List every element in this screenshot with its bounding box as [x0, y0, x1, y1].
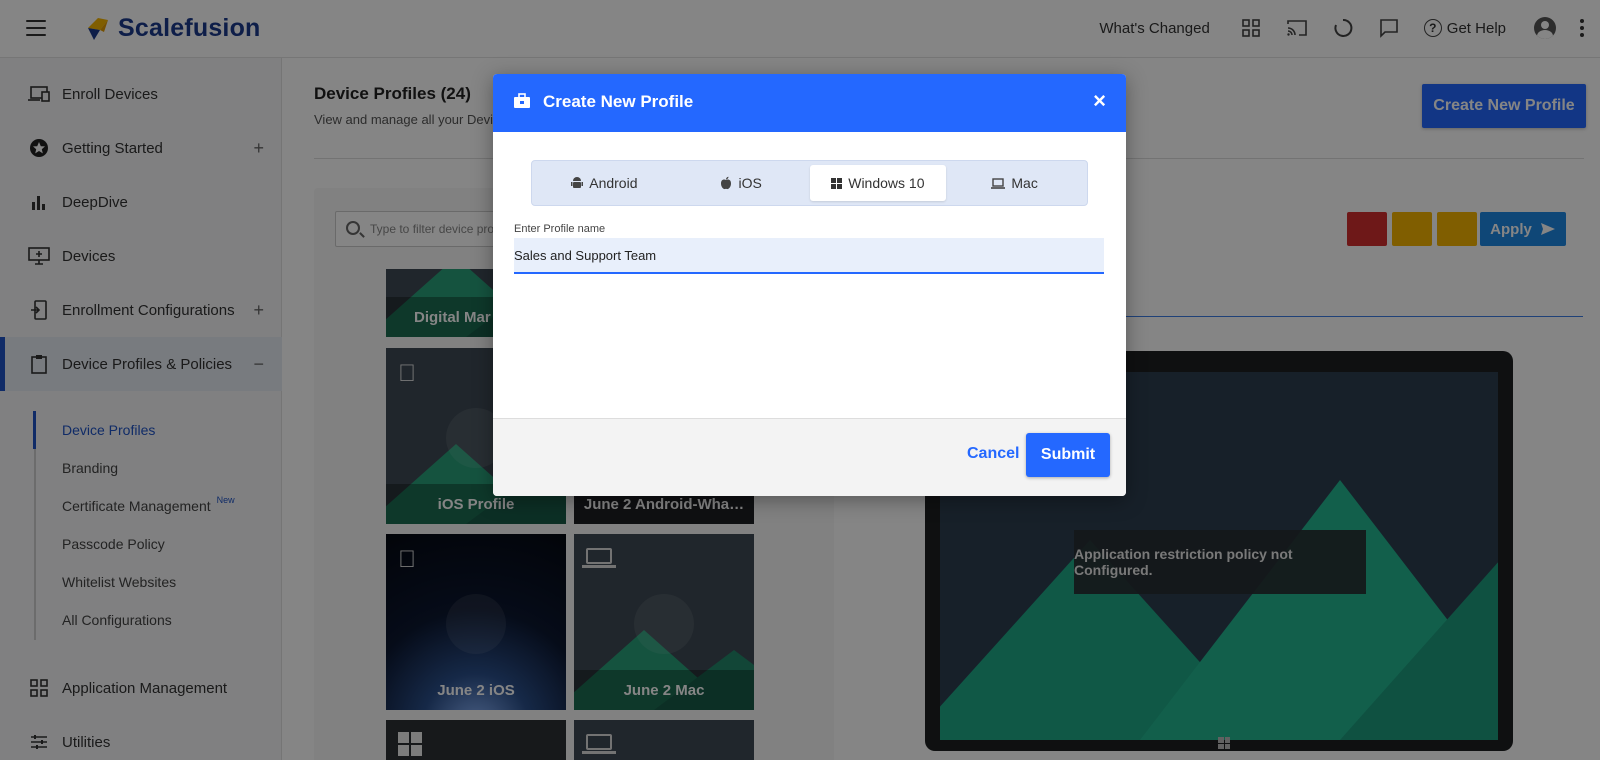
platform-tabs: Android iOS Windows 10 Mac [531, 160, 1088, 206]
profile-name-input[interactable] [514, 238, 1104, 272]
profile-name-field[interactable] [514, 238, 1104, 274]
submit-button[interactable]: Submit [1026, 433, 1110, 477]
briefcase-icon [514, 93, 530, 108]
dialog-header: Create New Profile × [493, 74, 1126, 132]
dialog-footer: Cancel Submit [493, 418, 1126, 496]
profile-name-label: Enter Profile name [514, 223, 606, 235]
create-profile-dialog: Create New Profile × Android iOS Windows… [493, 74, 1126, 496]
apple-icon [720, 176, 732, 190]
dialog-title: Create New Profile [543, 92, 694, 111]
close-icon[interactable]: × [1093, 88, 1106, 114]
tab-label: iOS [738, 175, 762, 191]
windows-icon [831, 177, 843, 189]
tab-windows-10[interactable]: Windows 10 [809, 165, 947, 201]
laptop-icon [991, 177, 1006, 189]
tab-label: Windows 10 [848, 175, 925, 191]
cancel-button[interactable]: Cancel [967, 445, 1019, 463]
tab-label: Mac [1011, 175, 1038, 191]
tab-mac[interactable]: Mac [946, 165, 1083, 201]
android-icon [571, 176, 584, 190]
tab-ios[interactable]: iOS [673, 165, 810, 201]
tab-android[interactable]: Android [536, 165, 673, 201]
tab-label: Android [589, 175, 638, 191]
